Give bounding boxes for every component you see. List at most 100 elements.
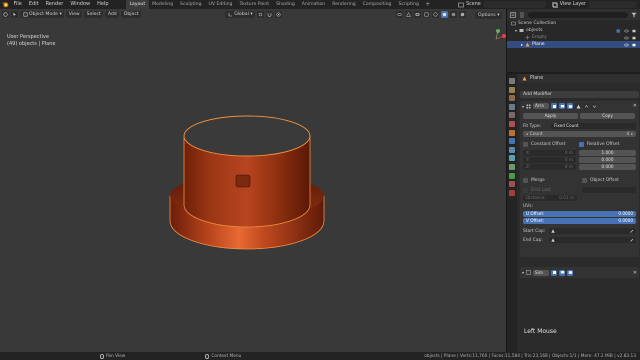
- constant-offset-z[interactable]: Z: 0 m: [523, 164, 576, 170]
- add-workspace-button[interactable]: +: [422, 1, 433, 8]
- shading-wireframe[interactable]: [432, 11, 439, 18]
- add-modifier-button[interactable]: Add Modifier: [520, 91, 639, 98]
- outliner-row-scene-collection[interactable]: Scene Collection: [507, 20, 640, 27]
- shading-solid[interactable]: [441, 11, 448, 18]
- eyedropper-icon[interactable]: [630, 229, 634, 233]
- apply-button[interactable]: Apply: [523, 113, 578, 119]
- filter-icon[interactable]: [631, 12, 637, 18]
- expand-arrow-icon[interactable]: ▾: [515, 28, 517, 33]
- data-tab-icon[interactable]: [509, 172, 515, 179]
- object-offset-checkbox[interactable]: Object Offset: [582, 178, 619, 183]
- merge-checkbox[interactable]: Merge: [523, 178, 582, 183]
- first-last-checkbox[interactable]: First Last: [523, 187, 582, 193]
- tool-select-button[interactable]: [11, 11, 18, 18]
- tab-uv-editing[interactable]: UV Editing: [205, 0, 236, 9]
- scene-selector[interactable]: Scene: [455, 0, 484, 9]
- start-cap-picker[interactable]: [549, 228, 636, 234]
- outliner-row-objects[interactable]: ▾ objects: [507, 27, 640, 34]
- scene-name-field[interactable]: [483, 1, 546, 8]
- menu-window[interactable]: Window: [67, 0, 94, 9]
- outliner-row-plane[interactable]: ▸ Plane: [507, 41, 640, 48]
- render-toggle[interactable]: [567, 103, 574, 109]
- world-tab-icon[interactable]: [509, 120, 515, 127]
- outliner-editor-icon[interactable]: [510, 11, 516, 18]
- tab-sculpting[interactable]: Sculpting: [177, 0, 205, 9]
- view-layer-tab-icon[interactable]: [509, 103, 515, 110]
- overlays-toggle[interactable]: [414, 11, 421, 18]
- transform-orientation-selector[interactable]: Global ▾: [225, 11, 256, 18]
- editmode-toggle[interactable]: [551, 103, 558, 109]
- chevron-left-icon[interactable]: ◂: [526, 132, 528, 136]
- blender-logo-icon[interactable]: [0, 0, 10, 9]
- camera-icon[interactable]: [632, 29, 637, 33]
- cage-toggle[interactable]: [575, 103, 582, 109]
- relative-offset-z[interactable]: 0.000: [579, 164, 636, 170]
- shading-rendered[interactable]: [459, 11, 466, 18]
- outliner-search-input[interactable]: [528, 11, 628, 18]
- fit-type-select[interactable]: Fixed Count: [551, 123, 636, 129]
- outliner-row-empty[interactable]: Empty: [507, 34, 640, 41]
- editor-type-button[interactable]: [2, 11, 9, 18]
- navigation-gizmo[interactable]: [495, 29, 506, 40]
- move-down-button[interactable]: [591, 103, 598, 109]
- relative-offset-checkbox[interactable]: Relative Offset: [579, 142, 619, 147]
- 3d-viewport[interactable]: Object Mode ▾ View Select Add Object Glo…: [0, 9, 506, 352]
- checkbox-icon[interactable]: [616, 28, 621, 33]
- menu-add[interactable]: Add: [105, 11, 120, 18]
- shading-material[interactable]: [450, 11, 457, 18]
- chevron-right-icon[interactable]: ▸: [631, 132, 633, 136]
- constant-offset-x[interactable]: X: 0 m: [523, 150, 576, 156]
- modifier-name-field[interactable]: Arra: [533, 103, 550, 109]
- menu-view[interactable]: View: [66, 11, 83, 18]
- count-field[interactable]: ◂ Count 4 ▸: [523, 131, 636, 137]
- menu-edit[interactable]: Edit: [25, 0, 42, 9]
- editmode-toggle[interactable]: [551, 269, 558, 276]
- camera-icon[interactable]: [632, 36, 637, 40]
- menu-select[interactable]: Select: [84, 11, 104, 18]
- modifier-wrench-icon[interactable]: [509, 138, 515, 145]
- scene-tab-icon[interactable]: [509, 112, 515, 119]
- mode-selector[interactable]: Object Mode ▾: [20, 11, 65, 18]
- collapse-arrow-icon[interactable]: ▾: [522, 104, 524, 109]
- tab-scripting[interactable]: Scripting: [395, 0, 422, 9]
- tab-layout[interactable]: Layout: [126, 0, 149, 9]
- output-tab-icon[interactable]: [509, 95, 515, 102]
- tab-modeling[interactable]: Modeling: [149, 0, 177, 9]
- constant-offset-y[interactable]: Y: 0 m: [523, 157, 576, 163]
- tab-animation[interactable]: Animation: [298, 0, 328, 9]
- move-up-button[interactable]: [583, 103, 590, 109]
- material-tab-icon[interactable]: [509, 181, 515, 188]
- tool-tab-icon[interactable]: [509, 78, 515, 84]
- remove-modifier-icon[interactable]: ✕: [633, 270, 637, 276]
- eye-icon[interactable]: [624, 36, 629, 40]
- object-offset-picker[interactable]: [582, 187, 636, 193]
- xray-toggle[interactable]: [423, 11, 430, 18]
- u-offset-field[interactable]: U Offset: 0.0000: [523, 211, 636, 217]
- snap-button[interactable]: [266, 11, 274, 18]
- tab-rendering[interactable]: Rendering: [329, 0, 359, 9]
- tab-shading[interactable]: Shading: [273, 0, 299, 9]
- render-tab-icon[interactable]: [509, 86, 515, 93]
- collapse-arrow-icon[interactable]: ▾: [522, 270, 524, 275]
- realtime-toggle[interactable]: [559, 269, 566, 276]
- menu-render[interactable]: Render: [42, 0, 67, 9]
- remove-modifier-icon[interactable]: ✕: [633, 103, 637, 109]
- copy-button[interactable]: Copy: [580, 113, 635, 119]
- tab-compositing[interactable]: Compositing: [359, 0, 395, 9]
- view-layer-selector[interactable]: View Layer: [549, 0, 589, 9]
- proportional-edit-button[interactable]: [275, 11, 283, 18]
- relative-offset-x[interactable]: 1.000: [579, 150, 636, 156]
- camera-icon[interactable]: [632, 43, 637, 47]
- options-dropdown[interactable]: Options ▾: [475, 12, 502, 19]
- merge-distance-field[interactable]: Distance: 0.01 m: [523, 195, 577, 201]
- particles-tab-icon[interactable]: [509, 146, 515, 153]
- render-toggle[interactable]: [567, 269, 574, 276]
- tab-texture-paint[interactable]: Texture Paint: [236, 0, 273, 9]
- expand-arrow-icon[interactable]: ▸: [521, 42, 523, 47]
- object-tab-icon[interactable]: [509, 129, 515, 136]
- menu-object[interactable]: Object: [121, 11, 142, 18]
- menu-help[interactable]: Help: [94, 0, 112, 9]
- realtime-toggle[interactable]: [559, 103, 566, 109]
- gizmo-toggle[interactable]: [405, 11, 412, 18]
- relative-offset-y[interactable]: 0.000: [579, 157, 636, 163]
